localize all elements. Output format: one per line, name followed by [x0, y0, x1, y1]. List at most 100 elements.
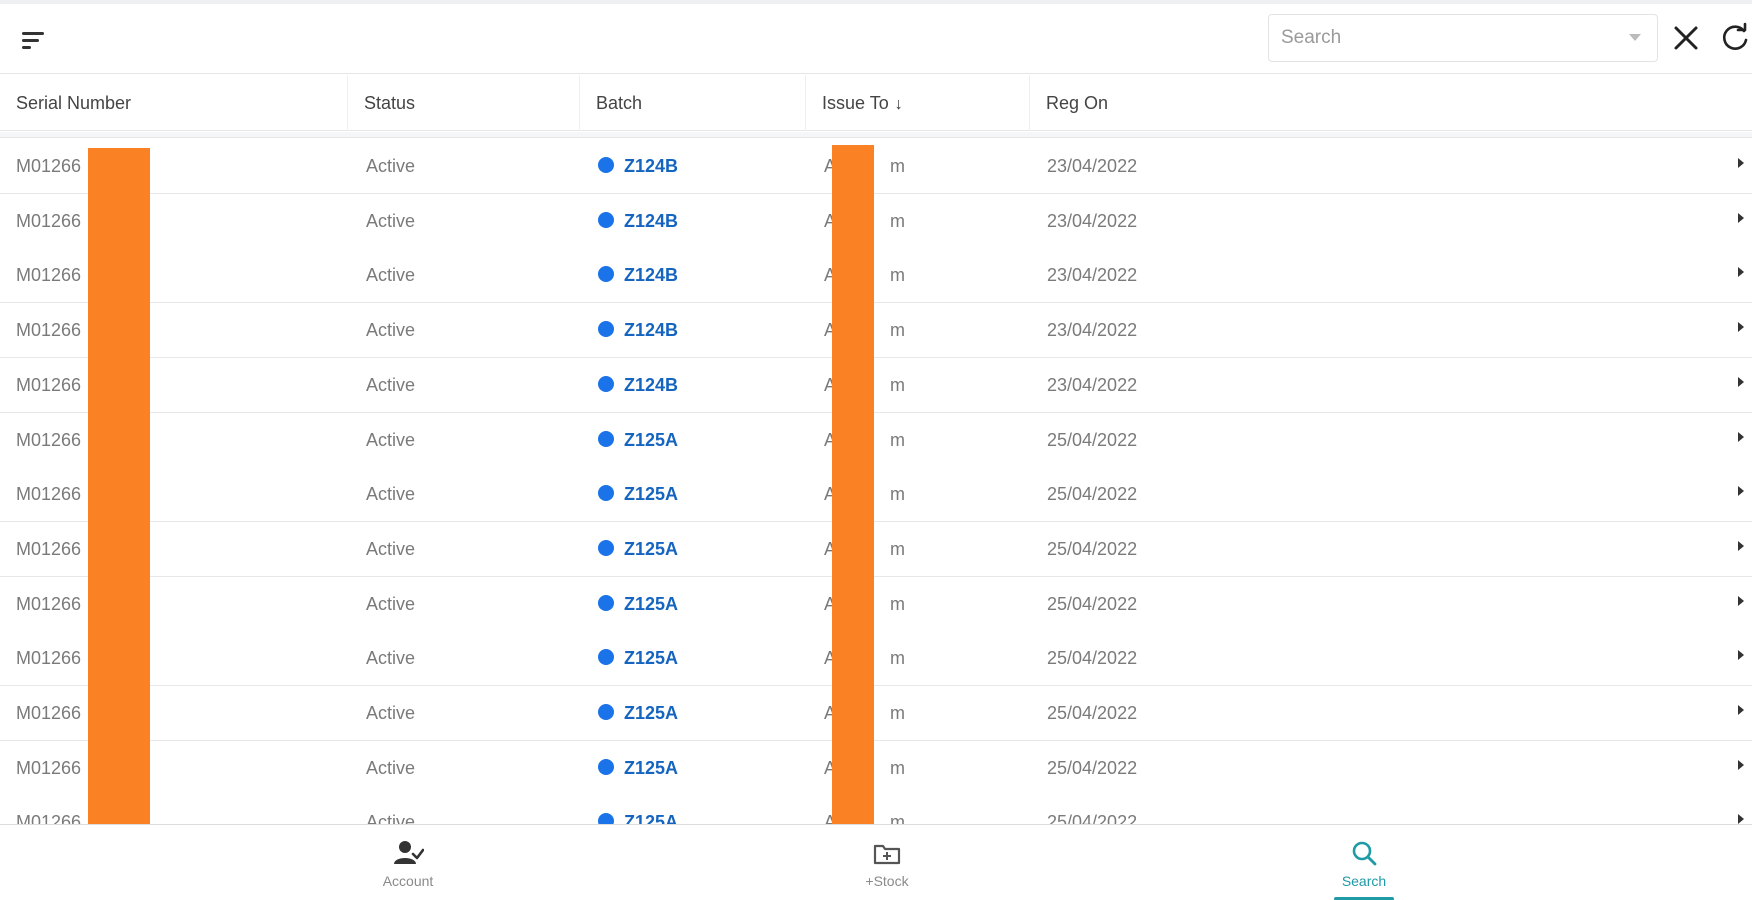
filter-sort-icon[interactable]	[18, 26, 50, 54]
column-header-label: Batch	[596, 93, 643, 113]
batch-label: Z124B	[624, 156, 679, 176]
reg-on-cell: 25/04/2022	[1047, 594, 1138, 614]
table-row[interactable]: M01266 Active Z125A Am 25/04/2022	[0, 631, 1752, 686]
reg-on-cell: 25/04/2022	[1047, 648, 1138, 668]
column-header-status[interactable]: Status	[348, 75, 580, 131]
close-icon[interactable]	[1670, 22, 1702, 54]
batch-link[interactable]: Z125A	[598, 795, 678, 824]
table-row[interactable]: M01266 Active Z125A Am 25/04/2022	[0, 413, 1752, 468]
status-cell: Active	[366, 265, 416, 285]
table-row[interactable]: M01266 Active Z125A Am 25/04/2022	[0, 522, 1752, 577]
status-cell: Active	[366, 430, 416, 450]
batch-link[interactable]: Z125A	[598, 631, 678, 685]
batch-link[interactable]: Z125A	[598, 577, 678, 631]
table-row[interactable]: M01266 Active Z124B Am 23/04/2022	[0, 303, 1752, 358]
issue-to-tail: m	[890, 156, 906, 176]
batch-link[interactable]: Z125A	[598, 741, 678, 795]
nav-stock[interactable]: +Stock	[827, 825, 947, 900]
batch-label: Z124B	[624, 265, 679, 285]
table-row[interactable]: M01266 Active Z125A Am 25/04/2022	[0, 686, 1752, 741]
issue-to-tail: m	[890, 265, 906, 285]
serial-number-cell: M01266	[16, 265, 82, 285]
batch-link[interactable]: Z124B	[598, 303, 678, 357]
column-header-issue-to[interactable]: Issue To ↓	[806, 75, 1030, 131]
table-row[interactable]: M01266 Active Z124B Am 23/04/2022	[0, 194, 1752, 249]
table-row[interactable]: M01266 Active Z124B Am 23/04/2022	[0, 139, 1752, 194]
chevron-right-icon[interactable]	[1738, 213, 1744, 223]
column-header-batch[interactable]: Batch	[580, 75, 806, 131]
reg-on-cell: 25/04/2022	[1047, 812, 1138, 824]
batch-dot-icon	[598, 540, 614, 556]
chevron-right-icon[interactable]	[1738, 596, 1744, 606]
chevron-right-icon[interactable]	[1738, 377, 1744, 387]
account-check-icon	[394, 841, 424, 864]
column-header-serial-number[interactable]: Serial Number	[0, 75, 348, 131]
batch-label: Z124B	[624, 211, 679, 231]
table-row[interactable]: M01266 Active Z125A Am 25/04/2022	[0, 741, 1752, 796]
batch-link[interactable]: Z124B	[598, 139, 678, 193]
serial-number-cell: M01266	[16, 430, 82, 450]
reg-on-cell: 23/04/2022	[1047, 375, 1138, 395]
issue-to-tail: m	[890, 594, 906, 614]
chevron-right-icon[interactable]	[1738, 541, 1744, 551]
serial-number-cell: M01266	[16, 375, 82, 395]
table-row[interactable]: M01266 Active Z125A Am 25/04/2022	[0, 467, 1752, 522]
batch-link[interactable]: Z125A	[598, 413, 678, 467]
issue-to-tail: m	[890, 320, 906, 340]
column-header-reg-on[interactable]: Reg On	[1030, 75, 1752, 131]
serial-number-cell: M01266	[16, 156, 82, 176]
issue-to-tail: m	[890, 812, 906, 824]
batch-link[interactable]: Z124B	[598, 194, 678, 248]
batch-link[interactable]: Z124B	[598, 358, 678, 412]
chevron-right-icon[interactable]	[1738, 267, 1744, 277]
header-divider	[0, 132, 1752, 138]
batch-link[interactable]: Z125A	[598, 522, 678, 576]
table-row[interactable]: M01266 Active Z124B Am 23/04/2022	[0, 358, 1752, 413]
batch-label: Z125A	[624, 430, 679, 450]
batch-label: Z125A	[624, 539, 679, 559]
sort-descending-icon[interactable]: ↓	[895, 96, 903, 113]
table-row[interactable]: M01266 Active Z125A Am 25/04/2022	[0, 795, 1752, 824]
search-input[interactable]	[1281, 23, 1611, 53]
chevron-right-icon[interactable]	[1738, 158, 1744, 168]
batch-link[interactable]: Z125A	[598, 686, 678, 740]
nav-account[interactable]: Account	[348, 825, 468, 900]
batch-label: Z124B	[624, 375, 679, 395]
batch-link[interactable]: Z124B	[598, 248, 678, 302]
serial-number-cell: M01266	[16, 539, 82, 559]
reg-on-cell: 23/04/2022	[1047, 265, 1138, 285]
table-row[interactable]: M01266 Active Z125A Am 25/04/2022	[0, 577, 1752, 632]
toolbar	[0, 4, 1752, 74]
batch-link[interactable]: Z125A	[598, 467, 678, 521]
chevron-right-icon[interactable]	[1738, 322, 1744, 332]
batch-dot-icon	[598, 376, 614, 392]
table-row[interactable]: M01266 Active Z124B Am 23/04/2022	[0, 248, 1752, 303]
refresh-icon[interactable]	[1718, 22, 1752, 54]
chevron-right-icon[interactable]	[1738, 760, 1744, 770]
issue-to-tail: m	[890, 484, 906, 504]
table-body: M01266 Active Z124B Am 23/04/2022 M01266 Activ…	[0, 139, 1752, 824]
batch-dot-icon	[598, 595, 614, 611]
batch-label: Z125A	[624, 812, 679, 824]
chevron-right-icon[interactable]	[1738, 432, 1744, 442]
batch-label: Z125A	[624, 758, 679, 778]
redaction-block-issue-to	[832, 145, 874, 829]
reg-on-cell: 23/04/2022	[1047, 211, 1138, 231]
nav-stock-label: +Stock	[865, 873, 909, 889]
chevron-right-icon[interactable]	[1738, 814, 1744, 824]
chevron-down-icon[interactable]	[1629, 34, 1641, 41]
chevron-right-icon[interactable]	[1738, 486, 1744, 496]
issue-to-tail: m	[890, 648, 906, 668]
search-dropdown[interactable]	[1268, 14, 1658, 62]
nav-search-label: Search	[1341, 873, 1387, 889]
batch-dot-icon	[598, 321, 614, 337]
table-header: Serial Number Status Batch Issue To ↓ Reg…	[0, 75, 1752, 131]
reg-on-cell: 25/04/2022	[1047, 758, 1138, 778]
chevron-right-icon[interactable]	[1738, 650, 1744, 660]
bottom-navigation: Account +Stock Search	[0, 824, 1752, 900]
redaction-block-serial	[88, 148, 150, 828]
batch-dot-icon	[598, 431, 614, 447]
chevron-right-icon[interactable]	[1738, 705, 1744, 715]
nav-search[interactable]: Search	[1304, 825, 1424, 900]
reg-on-cell: 25/04/2022	[1047, 484, 1138, 504]
